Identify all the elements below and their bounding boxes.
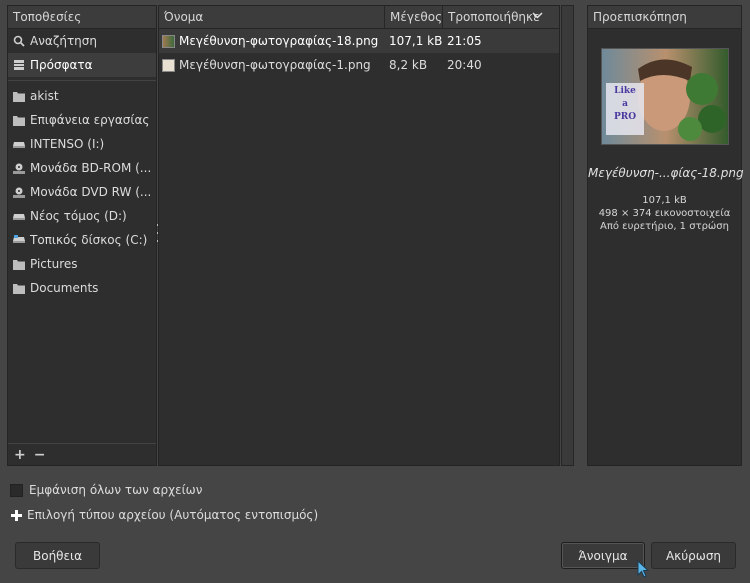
place-label: Αναζήτηση bbox=[30, 34, 97, 48]
preview-header: Προεπισκόπηση bbox=[588, 6, 741, 29]
optical-drive-icon bbox=[12, 161, 26, 175]
place-label: Μονάδα DVD RW (... bbox=[30, 185, 152, 199]
file-row[interactable]: Μεγέθυνση-φωτογραφίας-18.png 107,1 kB 21… bbox=[159, 29, 559, 53]
show-all-files-option[interactable]: Εμφάνιση όλων των αρχείων bbox=[10, 483, 202, 497]
place-new-volume[interactable]: Νέος τόμος (D:) bbox=[8, 204, 156, 228]
preview-mode: Από ευρετήριο, 1 στρώση bbox=[600, 221, 729, 232]
place-akist[interactable]: akist bbox=[8, 84, 156, 108]
optical-drive-icon bbox=[12, 185, 26, 199]
file-type-label: Επιλογή τύπου αρχείου (Αυτόματος εντοπισ… bbox=[27, 508, 319, 522]
file-name: Μεγέθυνση-φωτογραφίας-18.png bbox=[179, 34, 379, 48]
folder-icon bbox=[12, 257, 26, 271]
image-text: Like bbox=[614, 86, 636, 96]
remove-bookmark-button[interactable]: − bbox=[34, 448, 46, 462]
search-icon bbox=[12, 34, 26, 48]
place-label: Τοπικός δίσκος (C:) bbox=[30, 233, 148, 247]
folder-icon bbox=[12, 89, 26, 103]
show-all-files-label: Εμφάνιση όλων των αρχείων bbox=[29, 483, 203, 497]
cancel-button[interactable]: Ακύρωση bbox=[651, 542, 736, 569]
place-documents[interactable]: Documents bbox=[8, 276, 156, 300]
place-label: akist bbox=[30, 89, 59, 103]
preview-filename: Μεγέθυνση-...φίας-18.png bbox=[588, 166, 744, 180]
place-search[interactable]: Αναζήτηση bbox=[8, 29, 156, 53]
column-size-header[interactable]: Μέγεθος bbox=[385, 6, 443, 28]
image-file-icon bbox=[162, 58, 175, 72]
file-type-expander[interactable]: Επιλογή τύπου αρχείου (Αυτόματος εντοπισ… bbox=[10, 508, 318, 522]
chevron-down-icon bbox=[532, 10, 543, 24]
preview-panel: Προεπισκόπηση Like a PRO Μεγέθυνση-...φί bbox=[587, 5, 744, 466]
place-bd-rom[interactable]: Μονάδα BD-ROM (... bbox=[8, 156, 156, 180]
file-name: Μεγέθυνση-φωτογραφίας-1.png bbox=[179, 58, 371, 72]
image-text: PRO bbox=[613, 112, 637, 122]
column-name-header[interactable]: Όνομα bbox=[159, 6, 385, 28]
column-modified-label: Τροποποιήθηκε bbox=[448, 10, 540, 24]
place-label: Επιφάνεια εργασίας bbox=[30, 113, 150, 127]
file-size: 8,2 kB bbox=[389, 58, 428, 72]
folder-icon bbox=[12, 281, 26, 295]
system-drive-icon bbox=[12, 233, 26, 247]
open-button[interactable]: Άνοιγμα bbox=[561, 542, 645, 569]
divider bbox=[8, 80, 156, 81]
add-bookmark-button[interactable]: + bbox=[14, 448, 26, 462]
expand-plus-icon bbox=[10, 509, 23, 522]
mouse-cursor-icon bbox=[637, 559, 650, 581]
drive-icon bbox=[12, 137, 26, 151]
preview-dimensions: 498 × 374 εικονοστοιχεία bbox=[598, 208, 731, 219]
file-modified: 20:40 bbox=[447, 58, 482, 72]
place-desktop[interactable]: Επιφάνεια εργασίας bbox=[8, 108, 156, 132]
preview-size: 107,1 kB bbox=[642, 195, 687, 206]
file-size: 107,1 kB bbox=[389, 34, 443, 48]
place-pictures[interactable]: Pictures bbox=[8, 252, 156, 276]
places-toolbar: + − bbox=[8, 443, 156, 465]
place-label: Νέος τόμος (D:) bbox=[30, 209, 127, 223]
preview-thumbnail: Like a PRO bbox=[601, 48, 729, 145]
drive-icon bbox=[12, 209, 26, 223]
file-list-header: Όνομα Μέγεθος Τροποποιήθηκε bbox=[159, 6, 559, 29]
place-intenso[interactable]: INTENSO (I:) bbox=[8, 132, 156, 156]
recent-icon bbox=[12, 58, 26, 72]
image-file-icon bbox=[162, 34, 175, 48]
place-label: Πρόσφατα bbox=[30, 58, 93, 72]
file-name-cell: Μεγέθυνση-φωτογραφίας-1.png bbox=[159, 58, 385, 72]
file-list-scrollbar[interactable] bbox=[561, 5, 574, 466]
places-panel: Τοποθεσίες Αναζήτηση Πρόσφατα akist Επιφ… bbox=[7, 5, 157, 466]
place-label: INTENSO (I:) bbox=[30, 137, 105, 151]
folder-icon bbox=[12, 113, 26, 127]
place-dvd-rw[interactable]: Μονάδα DVD RW (... bbox=[8, 180, 156, 204]
place-label: Documents bbox=[30, 281, 99, 295]
place-label: Pictures bbox=[30, 257, 78, 271]
file-modified: 21:05 bbox=[447, 34, 482, 48]
image-text: a bbox=[622, 99, 628, 109]
file-list-panel: Όνομα Μέγεθος Τροποποιήθηκε Μεγέθυνση-φω… bbox=[158, 5, 560, 466]
place-local-disk[interactable]: Τοπικός δίσκος (C:) bbox=[8, 228, 156, 252]
place-recent[interactable]: Πρόσφατα bbox=[8, 53, 156, 77]
place-label: Μονάδα BD-ROM (... bbox=[30, 161, 152, 175]
file-name-cell: Μεγέθυνση-φωτογραφίας-18.png bbox=[159, 34, 385, 48]
places-header[interactable]: Τοποθεσίες bbox=[8, 6, 156, 29]
preview-info: 107,1 kB 498 × 374 εικονοστοιχεία Από ευ… bbox=[588, 194, 741, 233]
file-row[interactable]: Μεγέθυνση-φωτογραφίας-1.png 8,2 kB 20:40 bbox=[159, 53, 559, 77]
column-modified-header[interactable]: Τροποποιήθηκε bbox=[443, 6, 548, 28]
show-all-files-checkbox[interactable] bbox=[10, 483, 23, 497]
help-button[interactable]: Βοήθεια bbox=[15, 542, 100, 569]
